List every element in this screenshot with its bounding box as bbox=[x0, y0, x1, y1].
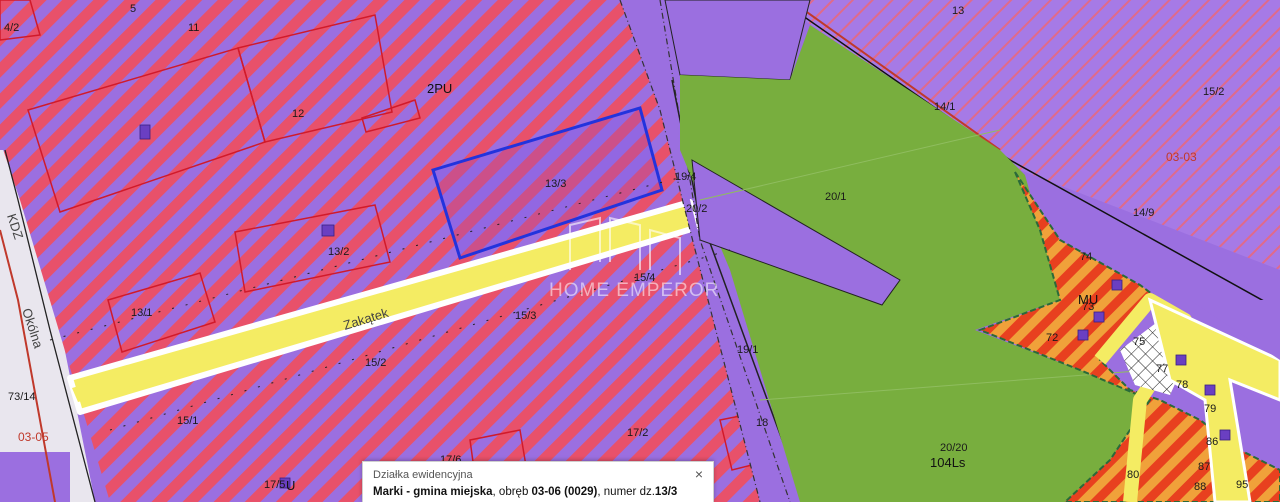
parcel-label-78: 78 bbox=[1176, 379, 1188, 391]
popup-title: Działka ewidencyjna bbox=[373, 469, 473, 481]
parcel-label-5: 5 bbox=[130, 3, 136, 15]
parcel-label-14-9: 14/9 bbox=[1133, 207, 1154, 219]
parcel-label-18: 18 bbox=[756, 417, 768, 429]
parcel-label-87: 87 bbox=[1198, 461, 1210, 473]
parcel-label-14-1: 14/1 bbox=[934, 101, 955, 113]
parcel-label-15-2: 15/2 bbox=[365, 357, 386, 369]
parcel-label-15-3: 15/3 bbox=[515, 310, 536, 322]
parcel-label-20-1: 20/1 bbox=[825, 191, 846, 203]
popup-obreb-prefix: , obręb bbox=[492, 486, 532, 498]
purple-wedge-top bbox=[664, 0, 811, 81]
parcel-label-77: 77 bbox=[1156, 363, 1168, 375]
parcel-label-80: 80 bbox=[1127, 469, 1139, 481]
parcel-label-17-2: 17/2 bbox=[627, 427, 648, 439]
parcel-info-popup: Działka ewidencyjna Marki - gmina miejsk… bbox=[362, 461, 714, 502]
precinct-label-03-05: 03-05 bbox=[18, 430, 49, 444]
precinct-label-03-03: 03-03 bbox=[1166, 150, 1197, 164]
precinct-03-05-block bbox=[0, 452, 70, 502]
parcel-label-19-4: 19/4 bbox=[675, 171, 696, 183]
parcel-label-13: 13 bbox=[952, 5, 964, 17]
popup-obreb: 03-06 (0029) bbox=[531, 486, 598, 498]
parcel-label-20-2: 20/2 bbox=[686, 203, 707, 215]
popup-gmina: Marki - gmina miejska bbox=[373, 486, 493, 498]
parcel-label-4-2: 4/2 bbox=[4, 22, 19, 34]
parcel-label-73-14: 73/14 bbox=[8, 391, 36, 403]
parcel-label-15-2-right: 15/2 bbox=[1203, 86, 1224, 98]
parcel-label-75: 75 bbox=[1133, 336, 1145, 348]
zone-label-mu: MU bbox=[1078, 292, 1098, 307]
close-icon[interactable]: × bbox=[691, 467, 707, 483]
watermark-text: HOME EMPEROR bbox=[549, 280, 719, 301]
parcel-label-79: 79 bbox=[1204, 403, 1216, 415]
popup-numer-prefix: , numer dz. bbox=[597, 486, 655, 498]
parcel-label-13-3: 13/3 bbox=[545, 178, 566, 190]
parcel-label-88: 88 bbox=[1194, 481, 1206, 493]
parcel-label-20-20: 20/20 bbox=[940, 442, 968, 454]
parcel-label-86: 86 bbox=[1206, 436, 1218, 448]
zone-label-u: U bbox=[286, 478, 295, 493]
parcel-label-17-5: 17/5 bbox=[264, 479, 285, 491]
parcel-label-13-2: 13/2 bbox=[328, 246, 349, 258]
parcel-label-19-1: 19/1 bbox=[737, 344, 758, 356]
popup-numer: 13/3 bbox=[654, 486, 678, 498]
popup-details: Marki - gmina miejska, obręb 03-06 (0029… bbox=[373, 485, 703, 500]
parcel-label-11: 11 bbox=[188, 22, 199, 34]
parcel-label-95: 95 bbox=[1236, 479, 1248, 491]
parcel-label-12: 12 bbox=[292, 108, 304, 120]
parcel-label-13-1: 13/1 bbox=[131, 307, 152, 319]
parcel-label-74: 74 bbox=[1080, 251, 1092, 263]
zone-label-104ls: 104Ls bbox=[930, 455, 966, 470]
parcel-label-15-1: 15/1 bbox=[177, 415, 198, 427]
zone-label-2pu: 2PU bbox=[427, 81, 452, 96]
parcel-label-72: 72 bbox=[1046, 332, 1058, 344]
map-canvas[interactable]: 5 11 4/2 12 13/3 13/2 13/1 15/4 15/3 15/… bbox=[0, 0, 1280, 502]
